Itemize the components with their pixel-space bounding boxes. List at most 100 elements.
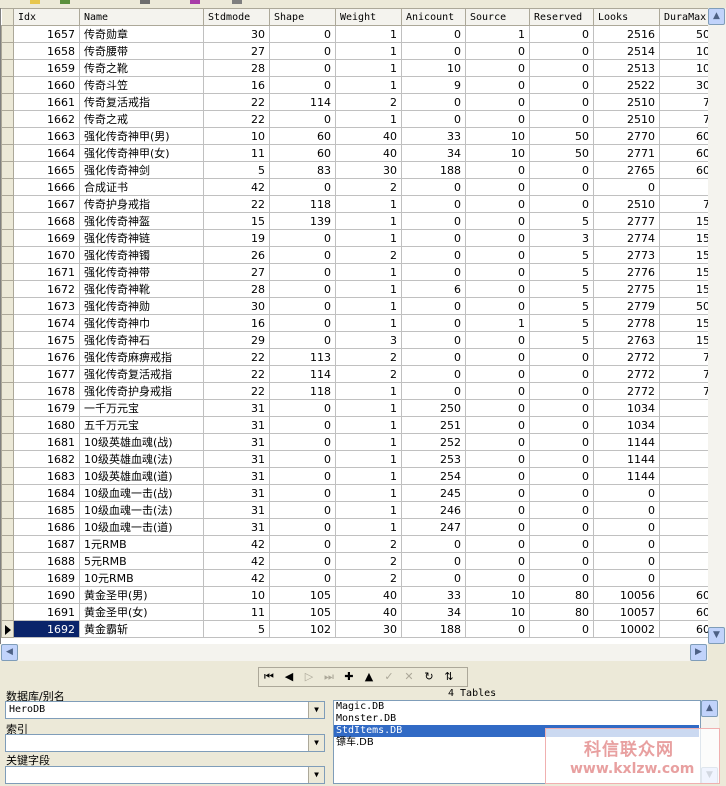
grid-cell[interactable]: 传奇勋章 <box>79 25 204 43</box>
grid-cell[interactable]: 0 <box>269 416 336 434</box>
grid-cell[interactable]: 2514 <box>593 42 660 60</box>
list-item[interactable]: Monster.DB <box>334 713 700 725</box>
grid-cell[interactable]: 0 <box>401 93 466 111</box>
grid-cell[interactable]: 2765 <box>593 161 660 179</box>
grid-cell[interactable]: 246 <box>401 501 466 519</box>
grid-cell[interactable]: 28 <box>203 280 270 298</box>
grid-cell[interactable]: 0 <box>269 314 336 332</box>
grid-cell[interactable]: 50 <box>529 127 594 145</box>
table-row[interactable]: 1666合成证书420200002 <box>1 178 708 196</box>
grid-cell[interactable]: 强化传奇神靴 <box>79 280 204 298</box>
column-header[interactable]: Stdmode <box>203 8 270 26</box>
grid-cell[interactable]: 0 <box>529 365 594 383</box>
row-indicator[interactable] <box>1 535 14 553</box>
grid-cell[interactable]: 0 <box>465 297 530 315</box>
grid-cell[interactable]: 33 <box>401 586 466 604</box>
grid-cell[interactable]: 0 <box>529 348 594 366</box>
grid-cell[interactable]: 1144 <box>593 450 660 468</box>
row-indicator[interactable] <box>1 416 14 434</box>
grid-cell[interactable]: 600 <box>659 144 708 162</box>
grid-cell[interactable]: 10 <box>401 59 466 77</box>
row-indicator[interactable] <box>1 467 14 485</box>
grid-cell[interactable]: 34 <box>401 144 466 162</box>
grid-cell[interactable]: 1 <box>659 433 708 451</box>
table-row[interactable]: 1671强化传奇神带27010052776150 <box>1 263 708 281</box>
grid-cell[interactable]: 2779 <box>593 297 660 315</box>
grid-cell[interactable]: 2510 <box>593 93 660 111</box>
grid-cell[interactable]: 1680 <box>13 416 80 434</box>
table-row[interactable]: 1665强化传奇神剑58330188002765600 <box>1 161 708 179</box>
table-row[interactable]: 1680 五千万元宝 31 0 1 251 0 0 1034 <box>1 416 708 434</box>
grid-cell[interactable]: 2775 <box>593 280 660 298</box>
grid-cell[interactable]: 1667 <box>13 195 80 213</box>
grid-cell[interactable]: 0 <box>465 433 530 451</box>
grid-cell[interactable]: 150 <box>659 263 708 281</box>
grid-cell[interactable]: 0 <box>529 25 594 43</box>
grid-cell[interactable]: 0 <box>465 59 530 77</box>
grid-cell[interactable]: 247 <box>401 518 466 536</box>
grid-cell[interactable]: 2772 <box>593 365 660 383</box>
grid-cell[interactable]: 强化传奇神镯 <box>79 246 204 264</box>
row-indicator[interactable] <box>1 280 14 298</box>
grid-cell[interactable]: 0 <box>465 110 530 128</box>
grid-cell[interactable]: 0 <box>465 195 530 213</box>
grid-cell[interactable]: 1687 <box>13 535 80 553</box>
grid-cell[interactable]: 1686 <box>13 518 80 536</box>
grid-cell[interactable]: 1 <box>659 518 708 536</box>
table-row[interactable]: 1674强化传奇神巾16010152778150 <box>1 314 708 332</box>
grid-cell[interactable]: 1672 <box>13 280 80 298</box>
row-indicator[interactable] <box>1 433 14 451</box>
row-indicator[interactable] <box>1 552 14 570</box>
grid-cell[interactable]: 34 <box>401 603 466 621</box>
grid-cell[interactable]: 1665 <box>13 161 80 179</box>
grid-cell[interactable]: 1674 <box>13 314 80 332</box>
grid-cell[interactable]: 70 <box>659 110 708 128</box>
grid-cell[interactable]: 0 <box>401 348 466 366</box>
grid-cell[interactable]: 1 <box>335 59 402 77</box>
grid-cell[interactable]: 1 <box>335 484 402 502</box>
grid-cell[interactable]: 0 <box>593 518 660 536</box>
grid-horizontal-scrollbar[interactable]: ◀ ▶ <box>0 644 708 661</box>
grid-cell[interactable]: 0 <box>401 178 466 196</box>
grid-cell[interactable]: 1669 <box>13 229 80 247</box>
grid-cell[interactable]: 2510 <box>593 110 660 128</box>
grid-cell[interactable]: 1664 <box>13 144 80 162</box>
grid-cell[interactable]: 0 <box>529 535 594 553</box>
grid-cell[interactable]: 27 <box>203 42 270 60</box>
table-row[interactable]: 16871元RMB420200002 <box>1 535 708 553</box>
table-row[interactable]: 1690黄金圣甲(男)101054033108010056600 <box>1 586 708 604</box>
grid-cell[interactable]: 150 <box>659 212 708 230</box>
grid-cell[interactable]: 1659 <box>13 59 80 77</box>
next-record-button[interactable]: ▷ <box>299 668 319 686</box>
grid-cell[interactable]: 27 <box>203 263 270 281</box>
grid-cell[interactable]: 31 <box>203 450 270 468</box>
toolbar-icon[interactable] <box>30 0 40 4</box>
grid-cell[interactable]: 60 <box>269 144 336 162</box>
grid-cell[interactable]: 42 <box>203 552 270 570</box>
grid-cell[interactable]: 0 <box>529 42 594 60</box>
grid-cell[interactable]: 1677 <box>13 365 80 383</box>
grid-cell[interactable]: 22 <box>203 93 270 111</box>
column-header[interactable]: Anicount <box>401 8 466 26</box>
last-record-button[interactable]: ⏭ <box>319 668 339 686</box>
grid-cell[interactable]: 600 <box>659 620 708 638</box>
grid-cell[interactable]: 114 <box>269 93 336 111</box>
grid-cell[interactable]: 0 <box>269 433 336 451</box>
insert-record-button[interactable]: ✚ <box>339 668 359 686</box>
grid-cell[interactable]: 1 <box>335 314 402 332</box>
grid-cell[interactable]: 1 <box>335 518 402 536</box>
grid-cell[interactable]: 2777 <box>593 212 660 230</box>
grid-cell[interactable]: 强化传奇神甲(女) <box>79 144 204 162</box>
grid-cell[interactable]: 5 <box>203 161 270 179</box>
grid-cell[interactable]: 31 <box>203 433 270 451</box>
grid-cell[interactable]: 0 <box>593 569 660 587</box>
grid-cell[interactable]: 10级血魂一击(道) <box>79 518 204 536</box>
row-indicator[interactable] <box>1 314 14 332</box>
grid-cell[interactable]: 1684 <box>13 484 80 502</box>
grid-cell[interactable]: 1 <box>335 280 402 298</box>
grid-cell[interactable]: 600 <box>659 586 708 604</box>
grid-cell[interactable]: 10级血魂一击(战) <box>79 484 204 502</box>
grid-cell[interactable]: 1657 <box>13 25 80 43</box>
grid-cell[interactable]: 0 <box>401 569 466 587</box>
grid-cell[interactable]: 1 <box>335 450 402 468</box>
